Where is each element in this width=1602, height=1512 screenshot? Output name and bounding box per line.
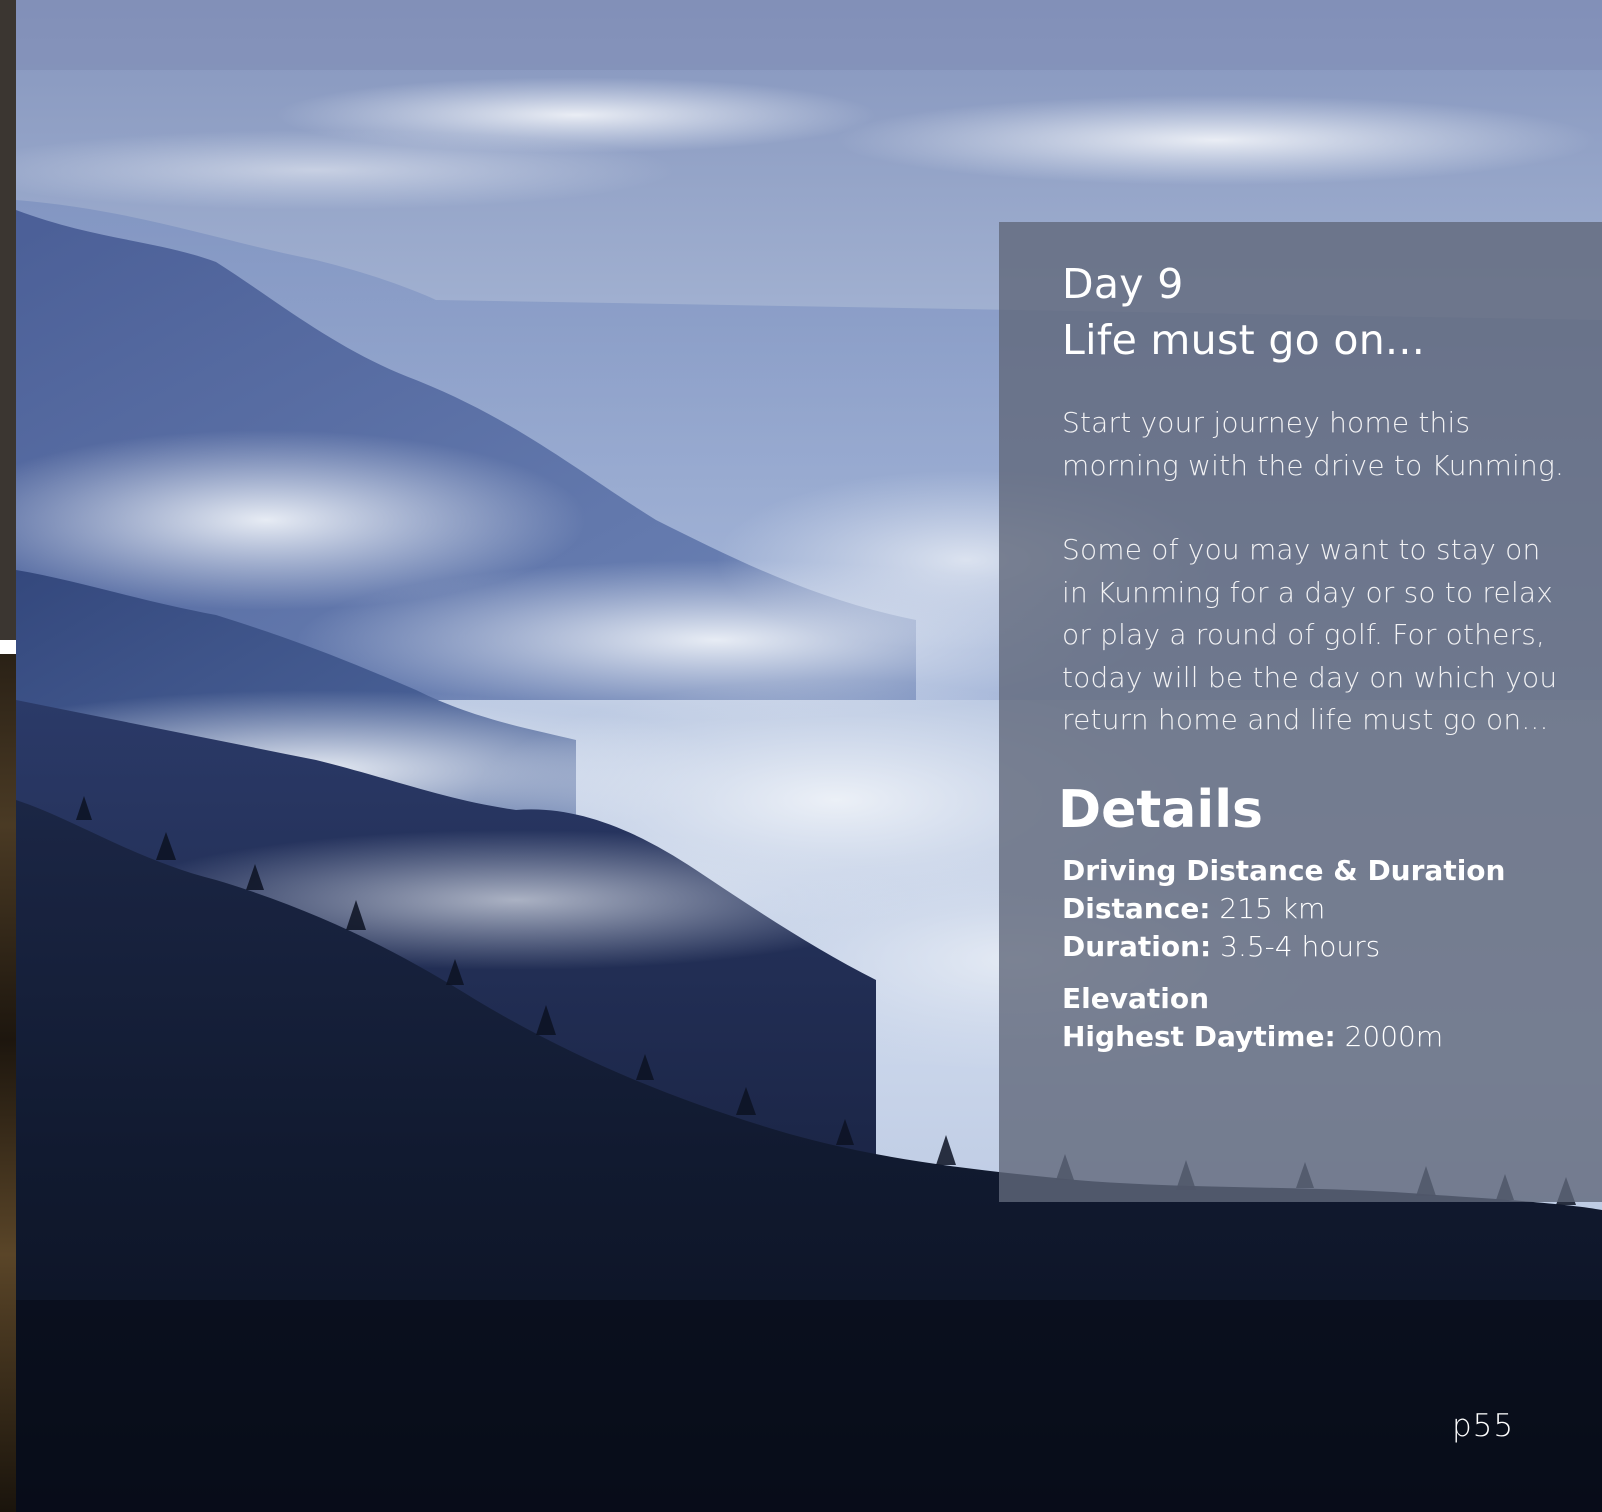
duration-value: 3.5-4 hours xyxy=(1220,929,1381,963)
elevation-heading: Elevation xyxy=(1062,981,1210,1015)
driving-details: Driving Distance & Duration Distance: 21… xyxy=(1062,852,1572,966)
driving-heading: Driving Distance & Duration xyxy=(1062,853,1506,887)
duration-label: Duration: xyxy=(1062,929,1212,963)
day-subtitle: Life must go on... xyxy=(1062,316,1426,364)
distance-line: Distance: 215 km xyxy=(1062,890,1572,928)
intro-paragraph: Start your journey home this morning wit… xyxy=(1062,406,1565,482)
panel-content: Day 9 Life must go on... Start your jour… xyxy=(1058,256,1572,1056)
highest-daytime-value: 2000m xyxy=(1344,1019,1444,1053)
highest-daytime-line: Highest Daytime: 2000m xyxy=(1062,1018,1572,1056)
book-spread: Day 9 Life must go on... Start your jour… xyxy=(0,0,1602,1512)
duration-line: Duration: 3.5-4 hours xyxy=(1062,928,1572,966)
page-number: p55 xyxy=(1452,1408,1515,1444)
previous-page-photo-edge xyxy=(0,654,16,1512)
elevation-details: Elevation Highest Daytime: 2000m xyxy=(1062,980,1572,1056)
details-heading: Details xyxy=(1058,779,1263,840)
previous-page-edge xyxy=(0,0,16,640)
itinerary-info-panel: Day 9 Life must go on... Start your jour… xyxy=(999,222,1602,1202)
highest-daytime-label: Highest Daytime: xyxy=(1062,1019,1336,1053)
distance-value: 215 km xyxy=(1219,891,1326,925)
day-title: Day 9 xyxy=(1062,260,1184,308)
distance-label: Distance: xyxy=(1062,891,1211,925)
body-paragraph: Some of you may want to stay on in Kunmi… xyxy=(1062,533,1558,736)
page-gutter xyxy=(0,640,16,654)
